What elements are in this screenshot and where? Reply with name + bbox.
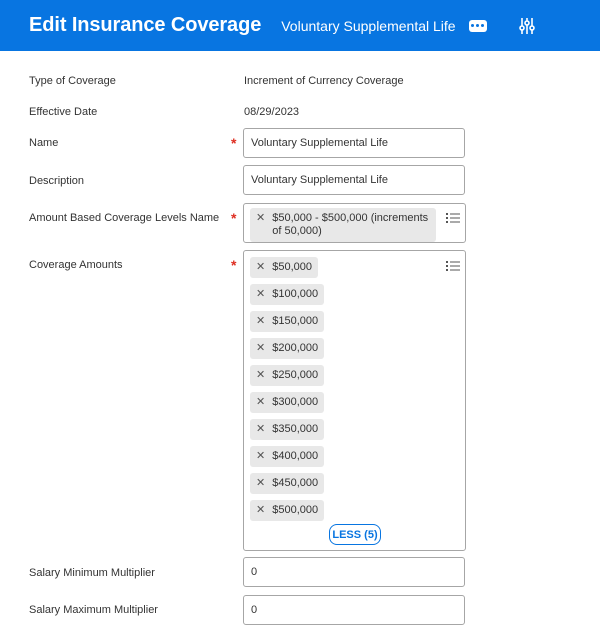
coverage-amount-chip[interactable]: ✕ $150,000 bbox=[250, 311, 325, 332]
type-of-coverage-label: Type of Coverage bbox=[29, 75, 116, 87]
list-icon[interactable] bbox=[446, 260, 460, 272]
effective-date-value: 08/29/2023 bbox=[244, 106, 300, 118]
remove-icon[interactable]: ✕ bbox=[256, 369, 265, 382]
remove-icon[interactable]: ✕ bbox=[256, 504, 265, 517]
coverage-amount-label: $400,000 bbox=[272, 450, 319, 462]
page-header: Edit Insurance Coverage Voluntary Supple… bbox=[0, 0, 600, 51]
coverage-amount-chip[interactable]: ✕ $400,000 bbox=[250, 446, 325, 467]
description-field[interactable] bbox=[243, 165, 465, 195]
coverage-amount-label: $150,000 bbox=[272, 315, 319, 327]
less-button[interactable]: LESS (5) bbox=[329, 524, 381, 545]
remove-icon[interactable]: ✕ bbox=[256, 212, 265, 225]
coverage-amount-chip[interactable]: ✕ $450,000 bbox=[250, 473, 325, 494]
chip-label-line2: of 50,000) bbox=[272, 225, 322, 237]
sliders-icon[interactable] bbox=[518, 17, 535, 35]
required-indicator: * bbox=[231, 210, 237, 226]
coverage-amounts-selector[interactable]: LESS (5) ✕ $50,000 ✕ $100,000 ✕ $150,000 ✕ $200… bbox=[243, 250, 466, 551]
required-indicator: * bbox=[231, 257, 237, 273]
coverage-amounts-label: Coverage Amounts bbox=[29, 259, 123, 271]
amount-levels-selector[interactable]: ✕ $50,000 - $500,000 (increments of 50,0… bbox=[243, 203, 466, 243]
coverage-amount-label: $350,000 bbox=[272, 423, 319, 435]
coverage-amount-chip[interactable]: ✕ $350,000 bbox=[250, 419, 325, 440]
remove-icon[interactable]: ✕ bbox=[256, 477, 265, 490]
coverage-amount-label: $500,000 bbox=[272, 504, 319, 516]
remove-icon[interactable]: ✕ bbox=[256, 315, 265, 328]
remove-icon[interactable]: ✕ bbox=[256, 396, 265, 409]
coverage-amount-chip[interactable]: ✕ $300,000 bbox=[250, 392, 325, 413]
name-label: Name bbox=[29, 137, 59, 149]
type-of-coverage-value: Increment of Currency Coverage bbox=[244, 75, 404, 87]
coverage-amount-chip[interactable]: ✕ $100,000 bbox=[250, 284, 325, 305]
coverage-amount-chip[interactable]: ✕ $500,000 bbox=[250, 500, 325, 521]
remove-icon[interactable]: ✕ bbox=[256, 261, 265, 274]
amount-level-chip[interactable]: ✕ $50,000 - $500,000 (increments of 50,0… bbox=[250, 208, 436, 242]
list-icon[interactable] bbox=[446, 212, 460, 224]
page-title: Edit Insurance Coverage bbox=[29, 14, 262, 36]
chip-label-line1: $50,000 - $500,000 (increments bbox=[272, 212, 429, 224]
salary-min-label: Salary Minimum Multiplier bbox=[29, 567, 155, 579]
remove-icon[interactable]: ✕ bbox=[256, 450, 265, 463]
salary-min-field[interactable] bbox=[243, 557, 465, 587]
coverage-amount-chip[interactable]: ✕ $250,000 bbox=[250, 365, 325, 386]
salary-max-field[interactable] bbox=[243, 595, 465, 625]
more-ellipsis-icon[interactable] bbox=[468, 19, 487, 32]
remove-icon[interactable]: ✕ bbox=[256, 342, 265, 355]
coverage-amount-chip[interactable]: ✕ $200,000 bbox=[250, 338, 325, 359]
description-label: Description bbox=[29, 175, 85, 187]
remove-icon[interactable]: ✕ bbox=[256, 423, 265, 436]
salary-max-label: Salary Maximum Multiplier bbox=[29, 604, 158, 616]
amount-levels-label: Amount Based Coverage Levels Name bbox=[29, 212, 220, 224]
coverage-amount-label: $450,000 bbox=[272, 477, 319, 489]
page-subtitle: Voluntary Supplemental Life bbox=[281, 17, 456, 34]
coverage-amount-chip[interactable]: ✕ $50,000 bbox=[250, 257, 318, 278]
coverage-amount-label: $250,000 bbox=[272, 369, 319, 381]
remove-icon[interactable]: ✕ bbox=[256, 288, 265, 301]
effective-date-label: Effective Date bbox=[29, 106, 98, 118]
coverage-amount-label: $200,000 bbox=[272, 342, 319, 354]
coverage-amount-label: $100,000 bbox=[272, 288, 319, 300]
required-indicator: * bbox=[231, 135, 237, 151]
coverage-amount-label: $300,000 bbox=[272, 396, 319, 408]
coverage-amount-label: $50,000 bbox=[272, 261, 312, 273]
name-field[interactable] bbox=[243, 128, 465, 158]
